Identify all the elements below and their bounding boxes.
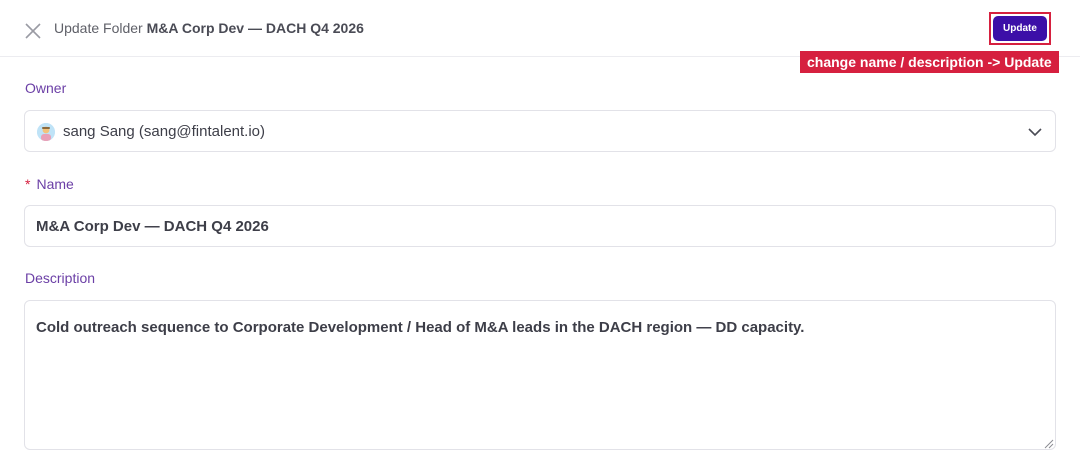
update-folder-dialog: Update Folder M&A Corp Dev — DACH Q4 202… (0, 0, 1080, 470)
dialog-header: Update Folder M&A Corp Dev — DACH Q4 202… (0, 0, 1080, 57)
description-label: Description (25, 270, 96, 286)
update-button[interactable]: Update (993, 16, 1047, 41)
description-textarea[interactable]: Cold outreach sequence to Corporate Deve… (24, 300, 1056, 450)
title-prefix: Update Folder (54, 20, 147, 36)
owner-value: sang Sang (sang@fintalent.io) (63, 123, 266, 140)
name-label-text: Name (36, 176, 74, 192)
chevron-down-icon (1027, 124, 1043, 140)
dialog-title: Update Folder M&A Corp Dev — DACH Q4 202… (54, 20, 364, 36)
title-folder-name: M&A Corp Dev — DACH Q4 2026 (146, 20, 364, 36)
name-input[interactable] (24, 205, 1056, 247)
required-mark: * (25, 176, 31, 192)
annotation-label: change name / description -> Update (800, 51, 1059, 73)
avatar (37, 123, 55, 141)
close-icon[interactable] (24, 22, 42, 40)
name-label: * Name (25, 176, 74, 192)
resize-handle-icon[interactable] (1042, 436, 1054, 449)
owner-select[interactable]: sang Sang (sang@fintalent.io) (24, 110, 1056, 152)
owner-label: Owner (25, 80, 67, 96)
